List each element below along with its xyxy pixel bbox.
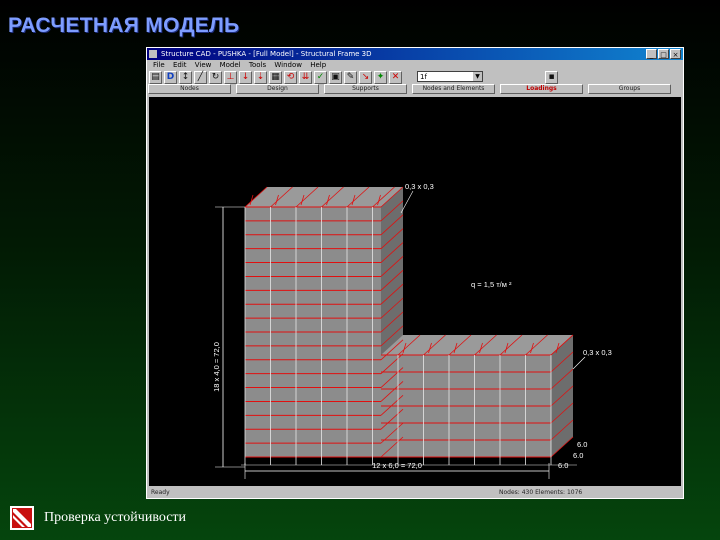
app-icon bbox=[149, 50, 157, 58]
line-icon[interactable]: ╱ bbox=[194, 71, 207, 84]
height-dimension-label: 18 x 4,0 = 72,0 bbox=[212, 342, 221, 392]
menu-model[interactable]: Model bbox=[220, 61, 241, 69]
slide-title: РАСЧЕТНАЯ МОДЕЛЬ bbox=[8, 14, 240, 37]
frame-model-drawing: 18 x 4,0 = 72,0 12 x 6,0 = 72,0 6.0 6.0 … bbox=[212, 182, 612, 479]
support-icon[interactable]: ⊥ bbox=[224, 71, 237, 84]
footer-caption: Проверка устойчивости bbox=[44, 510, 187, 525]
tab-loadings[interactable]: Loadings bbox=[500, 84, 583, 94]
tab-design[interactable]: Design bbox=[236, 84, 319, 94]
tab-nodes-elements[interactable]: Nodes and Elements bbox=[412, 84, 495, 94]
status-right: Nodes: 430 Elements: 1076 bbox=[499, 489, 583, 496]
arrow-icon[interactable]: ↘ bbox=[359, 71, 372, 84]
length-dimension-label: 12 x 6,0 = 72,0 bbox=[372, 461, 422, 470]
window-titlebar[interactable]: Structure CAD - PUSHKA - [Full Model] - … bbox=[147, 48, 683, 60]
delete-icon[interactable]: ✕ bbox=[389, 71, 402, 84]
minimize-button[interactable]: _ bbox=[646, 49, 657, 59]
bold-d-icon[interactable]: D bbox=[164, 71, 177, 84]
node-icon[interactable]: ↕ bbox=[179, 71, 192, 84]
frame-geometry bbox=[241, 186, 577, 466]
load-case-select[interactable]: 1f ▼ bbox=[417, 71, 483, 82]
app-window: Structure CAD - PUSHKA - [Full Model] - … bbox=[146, 47, 684, 499]
model-canvas[interactable]: 18 x 4,0 = 72,0 12 x 6,0 = 72,0 6.0 6.0 … bbox=[149, 97, 681, 486]
check-icon[interactable]: ✓ bbox=[314, 71, 327, 84]
depth-dimension-label-3: 6.0 bbox=[577, 440, 587, 449]
tab-groups[interactable]: Groups bbox=[588, 84, 671, 94]
pencil-icon[interactable]: ✎ bbox=[344, 71, 357, 84]
menu-edit[interactable]: Edit bbox=[173, 61, 187, 69]
menu-file[interactable]: File bbox=[153, 61, 165, 69]
table-icon[interactable]: ▣ bbox=[329, 71, 342, 84]
load-label: q = 1,5 т/м ² bbox=[471, 280, 512, 289]
height-dimension: 18 x 4,0 = 72,0 bbox=[212, 206, 245, 468]
menu-view[interactable]: View bbox=[195, 61, 212, 69]
status-bar: Ready Nodes: 430 Elements: 1076 bbox=[147, 487, 683, 498]
force-icon[interactable]: ⇣ bbox=[254, 71, 267, 84]
close-button[interactable]: × bbox=[670, 49, 681, 59]
tower-roof bbox=[245, 187, 403, 207]
window-title: Structure CAD - PUSHKA - [Full Model] - … bbox=[161, 50, 372, 58]
menu-help[interactable]: Help bbox=[310, 61, 326, 69]
depth-dimension-label-2: 6.0 bbox=[573, 451, 583, 460]
distributed-load-icon[interactable]: ⇊ bbox=[299, 71, 312, 84]
tab-supports[interactable]: Supports bbox=[324, 84, 407, 94]
tab-nodes[interactable]: Nodes bbox=[148, 84, 231, 94]
length-dimension: 12 x 6,0 = 72,0 bbox=[244, 461, 550, 479]
status-left: Ready bbox=[151, 489, 170, 496]
column-section-label-lower: 0,3 x 0,3 bbox=[583, 348, 612, 357]
tab-bar: Nodes Design Supports Nodes and Elements… bbox=[148, 84, 682, 95]
menu-tools[interactable]: Tools bbox=[249, 61, 266, 69]
slide-logo-icon bbox=[10, 506, 34, 530]
grid-icon[interactable]: ▦ bbox=[269, 71, 282, 84]
depth-dimension-label-1: 6.0 bbox=[558, 461, 568, 470]
moment-icon[interactable]: ⟲ bbox=[284, 71, 297, 84]
rotate-icon[interactable]: ↻ bbox=[209, 71, 222, 84]
maximize-button[interactable]: □ bbox=[658, 49, 669, 59]
open-icon[interactable]: ▤ bbox=[149, 71, 162, 84]
load-case-value: 1f bbox=[420, 73, 427, 81]
menu-window[interactable]: Window bbox=[274, 61, 302, 69]
chevron-down-icon[interactable]: ▼ bbox=[473, 72, 482, 81]
load-icon[interactable]: ↓ bbox=[239, 71, 252, 84]
dropdown-icon[interactable]: ▪ bbox=[545, 71, 558, 84]
column-section-label-upper: 0,3 x 0,3 bbox=[405, 182, 434, 191]
menu-bar: File Edit View Model Tools Window Help bbox=[147, 60, 683, 70]
leaf-icon[interactable]: ✦ bbox=[374, 71, 387, 84]
section-leader-lower bbox=[572, 356, 586, 370]
